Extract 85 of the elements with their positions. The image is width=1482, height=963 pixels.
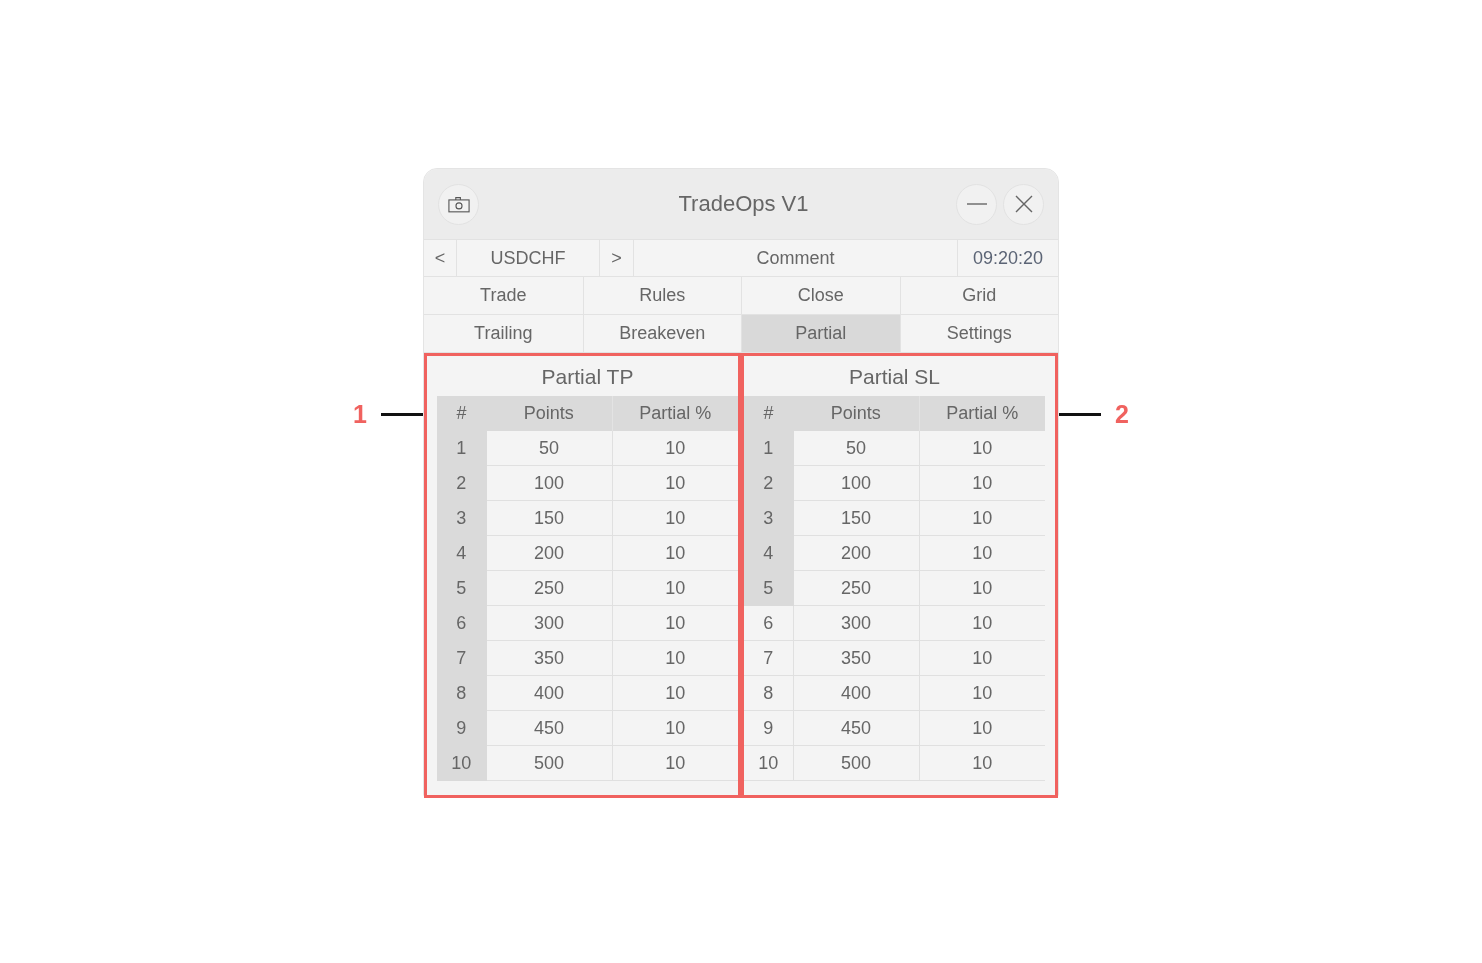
table-cell: 250 [793,570,919,606]
row-number: 4 [744,535,793,571]
table-cell: 10 [919,431,1045,466]
tab[interactable]: Rules [582,276,741,314]
row-number: 7 [437,640,486,676]
table-cell: 10 [919,605,1045,641]
table-cell: 10 [612,675,738,711]
table-cell: 10 [919,675,1045,711]
table-cell: 10 [612,431,738,466]
row-number: 9 [744,710,793,746]
screenshot-button[interactable] [438,183,479,225]
row-number: 3 [437,500,486,536]
panel-title: Partial SL [847,364,941,390]
table-cell: 150 [793,500,919,536]
column-header: Partial % [612,396,738,431]
row-number: 5 [744,570,793,606]
panel-title: Partial TP [540,364,635,390]
table-cell: 10 [919,570,1045,606]
row-number: 6 [744,605,793,641]
column-header: Points [793,396,919,431]
row-number: 10 [744,745,793,781]
table-cell: 500 [486,745,612,781]
table-cell: 500 [793,745,919,781]
table-cell: 300 [486,605,612,641]
table-cell: 10 [612,500,738,536]
row-number: 3 [744,500,793,536]
table-cell: 10 [919,710,1045,746]
camera-icon [447,195,470,213]
row-number: 5 [437,570,486,606]
table-cell: 200 [486,535,612,571]
table-cell: 50 [793,431,919,466]
table-cell: 10 [612,570,738,606]
table-cell: 200 [793,535,919,571]
table-cell: 10 [919,640,1045,676]
table-cell: 10 [612,535,738,571]
tab[interactable]: Breakeven [582,314,741,352]
row-number: 8 [437,675,486,711]
leader-line [1059,413,1101,416]
table-cell: 150 [486,500,612,536]
row-number: 10 [437,745,486,781]
table-cell: 10 [919,745,1045,781]
minimize-button[interactable] [956,183,997,225]
tab[interactable]: Grid [899,276,1058,314]
table-cell: 10 [612,710,738,746]
row-number: 4 [437,535,486,571]
close-button[interactable] [1003,183,1044,225]
table-cell: 350 [793,640,919,676]
tab[interactable]: Close [741,276,900,314]
table-cell: 450 [793,710,919,746]
row-number: 6 [437,605,486,641]
close-icon [1014,195,1033,213]
table-cell: 450 [486,710,612,746]
column-header: # [437,396,486,431]
window-title: TradeOps V1 [677,191,810,217]
row-number: 1 [437,431,486,466]
leader-line [381,413,423,416]
table-cell: 10 [919,535,1045,571]
column-header: Points [486,396,612,431]
table-cell: 10 [919,500,1045,536]
minimize-icon [966,203,987,205]
table-cell: 50 [486,431,612,466]
table-cell: 10 [612,605,738,641]
table-cell: 10 [919,465,1045,501]
column-header: Partial % [919,396,1045,431]
row-number: 2 [437,465,486,501]
table-cell: 350 [486,640,612,676]
table-cell: 10 [612,745,738,781]
row-number: 8 [744,675,793,711]
table-cell: 10 [612,465,738,501]
tab[interactable]: Partial [741,314,900,352]
row-number: 2 [744,465,793,501]
table-cell: 400 [486,675,612,711]
table-cell: 400 [793,675,919,711]
row-number: 9 [437,710,486,746]
table-cell: 250 [486,570,612,606]
table-cell: 10 [612,640,738,676]
callout-number: 1 [353,400,367,429]
callout-number: 2 [1115,400,1129,429]
table-cell: 100 [793,465,919,501]
row-number: 7 [744,640,793,676]
table-cell: 100 [486,465,612,501]
tab[interactable]: Settings [899,314,1058,352]
row-number: 1 [744,431,793,466]
column-header: # [744,396,793,431]
table-cell: 300 [793,605,919,641]
